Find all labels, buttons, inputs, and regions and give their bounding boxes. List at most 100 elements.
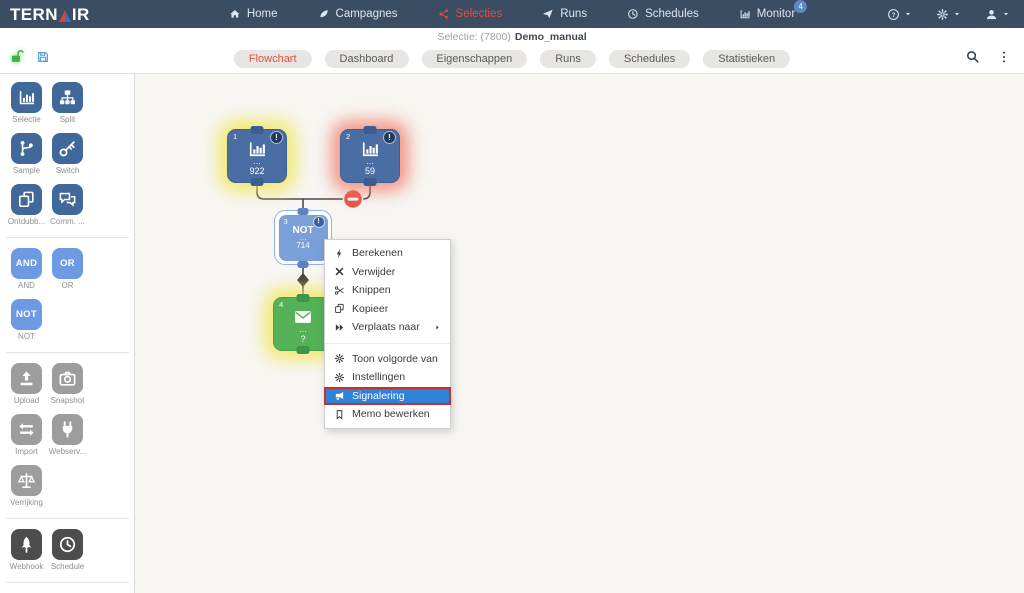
node-port-top[interactable] (297, 207, 309, 215)
nav-item-runs[interactable]: Runs (542, 8, 587, 20)
more-options-button[interactable] (997, 50, 1011, 69)
tab-statistieken[interactable]: Statistieken (703, 50, 791, 68)
bolt-icon (336, 248, 342, 258)
user-icon (986, 9, 997, 19)
warning-badge: ! (271, 132, 282, 143)
palette-item-webhook[interactable]: Webhook (6, 529, 47, 571)
palette-item-split[interactable]: Split (47, 82, 88, 124)
menu-item-label: Signalering (352, 389, 405, 402)
node-port-bottom[interactable] (297, 260, 309, 268)
flowchart-canvas[interactable]: 1! ... 922 2! ... 59 3 ! NOT ... 714 4 .… (135, 74, 1024, 593)
gear-icon (334, 372, 345, 382)
context-menu: Berekenen Verwijder Knippen Kopieer Verplaat… (324, 239, 451, 429)
palette-item-webserv[interactable]: Webserv... (47, 414, 88, 456)
menu-item-label: Kopieer (352, 302, 389, 315)
menu-item-label: Verwijder (352, 265, 396, 278)
nav-item-schedules[interactable]: Schedules (627, 8, 699, 20)
menu-item-signalering[interactable]: Signalering (324, 386, 451, 405)
settings-menu[interactable] (936, 8, 961, 21)
palette-item-upload[interactable]: Upload (6, 363, 47, 405)
connector-diamond[interactable] (297, 273, 309, 287)
home-icon (230, 10, 240, 18)
nav-item-monitor[interactable]: Monitor 4 (739, 0, 808, 20)
snapshot-tile (52, 363, 83, 394)
palette-item-label: Webserv... (48, 447, 87, 456)
menu-item-label: Knippen (352, 284, 391, 297)
palette-item-selectie[interactable]: Selectie (6, 82, 47, 124)
palette-item-sample[interactable]: Sample (6, 133, 47, 175)
palette-item-or[interactable]: OR OR (47, 248, 88, 290)
node-port-top[interactable] (250, 126, 264, 134)
palette-item-verrijking[interactable]: Verrijking (6, 465, 47, 507)
node-number: 4 (279, 300, 284, 309)
tab-dashboard[interactable]: Dashboard (324, 50, 409, 68)
menu-item-verplaats-naar[interactable]: Verplaats naar (325, 318, 450, 337)
remove-connection-button[interactable] (342, 188, 364, 210)
nav-item-label: Home (246, 8, 278, 20)
node-port-bottom[interactable] (296, 346, 310, 354)
nav-item-home[interactable]: Home (229, 8, 278, 20)
brand-suffix: IR (71, 4, 90, 24)
node-selectie-2[interactable]: 2! ... 59 (340, 126, 400, 186)
menu-item-instellingen[interactable]: Instellingen (325, 368, 450, 387)
palette-item-switch[interactable]: Switch (47, 133, 88, 175)
view-tabs: Flowchart Dashboard Eigenschappen Runs Sched… (233, 50, 791, 68)
menu-item-berekenen[interactable]: Berekenen (325, 244, 450, 263)
palette-item-snapshot[interactable]: Snapshot (47, 363, 88, 405)
share-icon (439, 9, 448, 19)
not-tile: NOT (11, 299, 42, 330)
menu-item-label: Berekenen (352, 247, 403, 260)
top-navbar: TERN IR Home Campagnes Selecties Runs Schedul… (0, 0, 1024, 28)
megaphone-icon (335, 392, 344, 401)
nav-item-campagnes[interactable]: Campagnes (318, 8, 398, 20)
palette-item-import[interactable]: Import (6, 414, 47, 456)
palette-item-comm[interactable]: Comm. ... (47, 184, 88, 226)
palette-item-not[interactable]: NOT NOT (6, 299, 47, 341)
node-number: 1 (233, 132, 238, 141)
clock-icon (59, 536, 76, 553)
nav-item-selecties[interactable]: Selecties (438, 8, 502, 20)
palette-group-3: Upload Snapshot Import Webserv... Verrijking (0, 361, 134, 516)
sitemap-icon (59, 90, 76, 105)
verrijking-tile (11, 465, 42, 496)
tab-flowchart[interactable]: Flowchart (233, 50, 312, 68)
palette-item-label: Snapshot (50, 396, 85, 405)
menu-item-kopieer[interactable]: Kopieer (325, 300, 450, 319)
node-dots: ... (253, 156, 261, 166)
search-button[interactable] (965, 49, 980, 69)
palette-item-and[interactable]: AND AND (6, 248, 47, 290)
node-count: ? (300, 334, 306, 344)
node-port-bottom[interactable] (250, 178, 264, 186)
tab-runs[interactable]: Runs (540, 50, 596, 68)
menu-item-verwijder[interactable]: Verwijder (325, 263, 450, 282)
help-menu[interactable]: ? (887, 8, 912, 21)
node-port-top[interactable] (296, 294, 310, 302)
node-selectie-1[interactable]: 1! ... 922 (227, 126, 287, 186)
unlock-button[interactable] (10, 49, 25, 69)
selectie-tile (11, 82, 42, 113)
plug-icon (62, 421, 73, 438)
tab-schedules[interactable]: Schedules (608, 50, 691, 68)
node-count: 922 (249, 166, 265, 176)
menu-item-memo-bewerken[interactable]: Memo bewerken (325, 405, 450, 424)
menu-item-toon-volgorde-van-uitv[interactable]: Toon volgorde van uitv... (325, 350, 450, 369)
save-button[interactable] (36, 50, 50, 69)
webserv-tile (52, 414, 83, 445)
toolbar-right (965, 49, 1011, 69)
upload-icon (20, 371, 33, 386)
menu-item-knippen[interactable]: Knippen (325, 281, 450, 300)
palette-divider (6, 237, 129, 238)
tab-eigenschappen[interactable]: Eigenschappen (421, 50, 528, 68)
user-menu[interactable] (985, 8, 1010, 21)
palette-item-schedule[interactable]: Schedule (47, 529, 88, 571)
node-port-top[interactable] (363, 126, 377, 134)
bookmark-icon (336, 409, 343, 420)
main-nav: Home Campagnes Selecties Runs Schedules Monit… (229, 0, 808, 28)
nav-utility: ? (887, 8, 1010, 21)
or-tile: OR (52, 248, 83, 279)
palette-item-ontdubb[interactable]: Ontdubb... (6, 184, 47, 226)
ternair-logo[interactable]: TERN IR (10, 6, 90, 23)
import-tile (11, 414, 42, 445)
node-dots: ... (366, 156, 374, 166)
node-port-bottom[interactable] (363, 178, 377, 186)
